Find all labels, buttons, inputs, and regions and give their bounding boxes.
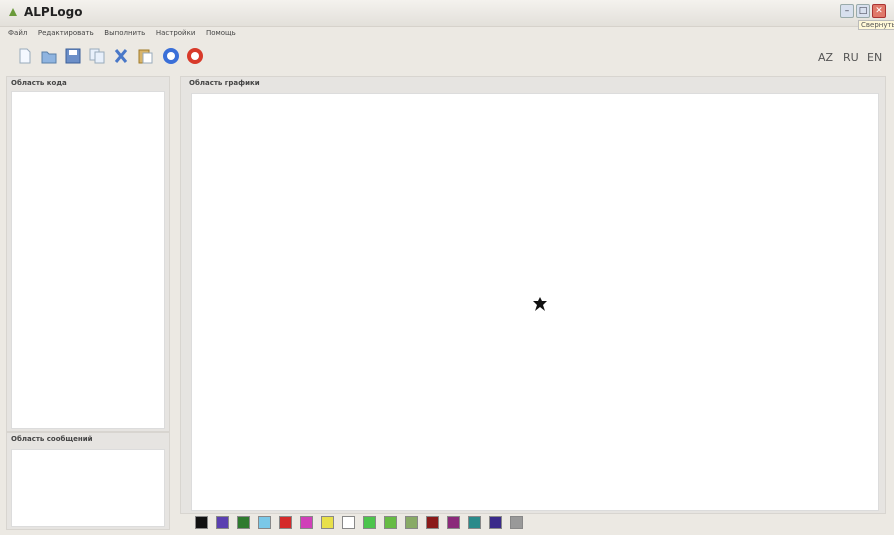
graphics-canvas[interactable] <box>191 93 879 511</box>
graphics-panel: Область графики <box>180 76 886 514</box>
paste-icon[interactable] <box>136 47 154 65</box>
code-panel: Область кода <box>6 76 170 432</box>
stop-icon[interactable] <box>186 47 204 65</box>
menu-help[interactable]: Помощь <box>206 26 236 40</box>
run-icon[interactable] <box>162 47 180 65</box>
lang-ru[interactable]: RU <box>843 51 859 64</box>
color-swatch[interactable] <box>237 516 250 529</box>
cut-icon[interactable] <box>112 47 130 65</box>
menu-run[interactable]: Выполнить <box>104 26 145 40</box>
color-swatch[interactable] <box>216 516 229 529</box>
menu-edit[interactable]: Редактировать <box>38 26 94 40</box>
code-panel-title: Область кода <box>11 79 67 87</box>
color-swatch[interactable] <box>363 516 376 529</box>
toolbar <box>0 41 894 71</box>
color-swatch[interactable] <box>405 516 418 529</box>
close-button[interactable]: ✕ <box>872 4 886 18</box>
menu-file[interactable]: Файл <box>8 26 27 40</box>
lang-az[interactable]: AZ <box>818 51 833 64</box>
color-swatch[interactable] <box>342 516 355 529</box>
open-folder-icon[interactable] <box>40 47 58 65</box>
lang-en[interactable]: EN <box>867 51 882 64</box>
messages-panel-title: Область сообщений <box>11 435 93 443</box>
save-icon[interactable] <box>64 47 82 65</box>
turtle-icon <box>533 297 547 311</box>
messages-panel: Область сообщений <box>6 432 170 530</box>
color-swatch[interactable] <box>510 516 523 529</box>
color-swatch[interactable] <box>426 516 439 529</box>
messages-output <box>11 449 165 527</box>
code-editor[interactable] <box>11 91 165 429</box>
copy-icon[interactable] <box>88 47 106 65</box>
window-title: ALPLogo <box>24 5 83 19</box>
new-file-icon[interactable] <box>16 47 34 65</box>
color-swatch[interactable] <box>468 516 481 529</box>
maximize-button[interactable]: □ <box>856 4 870 18</box>
menu-settings[interactable]: Настройки <box>156 26 196 40</box>
minimize-button[interactable]: – <box>840 4 854 18</box>
menu-bar: Файл Редактировать Выполнить Настройки П… <box>0 26 894 40</box>
color-swatch[interactable] <box>258 516 271 529</box>
title-bar: ALPLogo – □ ✕ Свернуть <box>0 0 894 30</box>
app-logo-icon <box>9 8 17 16</box>
color-swatch[interactable] <box>195 516 208 529</box>
color-swatch[interactable] <box>489 516 502 529</box>
color-swatch[interactable] <box>384 516 397 529</box>
graphics-panel-title: Область графики <box>189 79 260 87</box>
color-swatch[interactable] <box>447 516 460 529</box>
color-swatch[interactable] <box>279 516 292 529</box>
color-swatch[interactable] <box>300 516 313 529</box>
color-swatch[interactable] <box>321 516 334 529</box>
